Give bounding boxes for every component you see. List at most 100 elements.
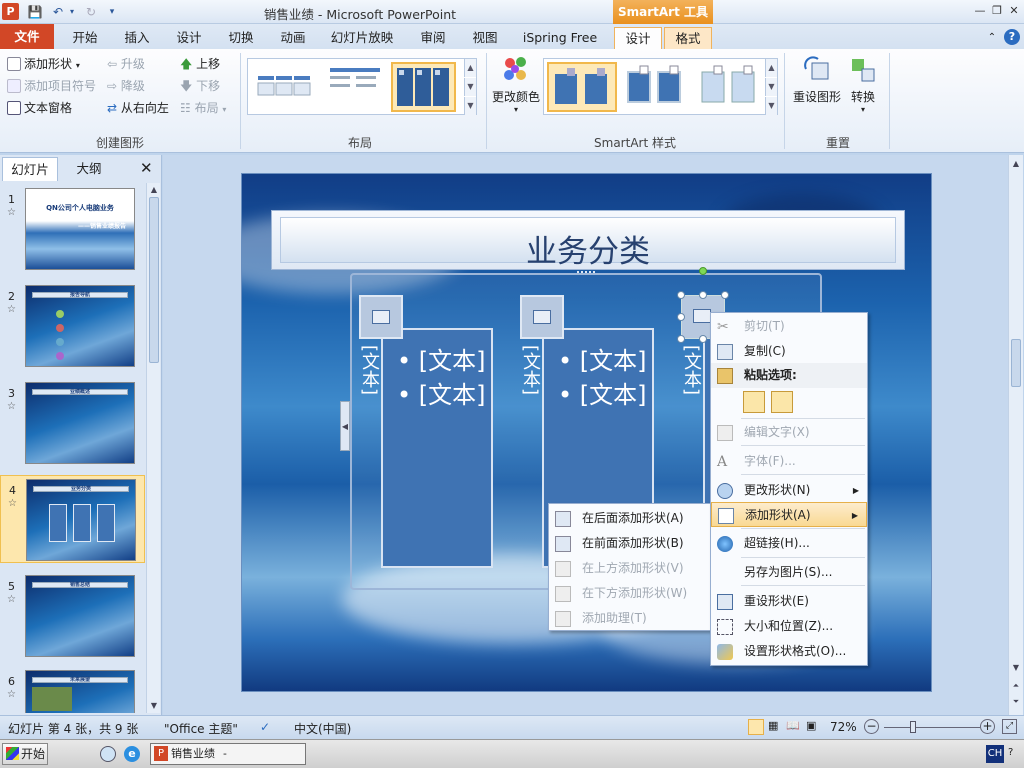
resize-handle[interactable] xyxy=(677,335,685,343)
move-up-button[interactable]: 🡅 上移 xyxy=(180,55,220,73)
layout-option-3-selected[interactable] xyxy=(391,62,456,112)
smartart-vertical-label-3[interactable]: [文本] xyxy=(681,345,704,395)
scroll-up-icon[interactable]: ▲ xyxy=(1009,157,1023,171)
slideshow-view-icon[interactable]: ▣ xyxy=(806,719,822,735)
add-bullet-button[interactable]: 添加项目符号 xyxy=(7,77,96,95)
scroll-down-icon[interactable]: ▼ xyxy=(1009,661,1023,675)
resize-handle[interactable] xyxy=(677,313,685,321)
tab-smartart-format[interactable]: 格式 xyxy=(664,27,712,49)
menu-cut[interactable]: ✂ 剪切(T) xyxy=(711,314,867,339)
layout-gallery[interactable]: ▲ ▼ ▼ xyxy=(247,58,477,115)
tab-ispring[interactable]: iSpring Free xyxy=(514,27,606,49)
resize-handle[interactable] xyxy=(699,291,707,299)
layout-button[interactable]: ☷ 布局 ▾ xyxy=(180,99,226,117)
slide-thumbnail-5[interactable]: 5 ☆ 销售总结 xyxy=(0,572,145,660)
slide-thumbnail-3[interactable]: 3 ☆ 业绩概述 xyxy=(0,379,145,467)
tray-help-icon[interactable]: ? xyxy=(1008,747,1013,758)
menu-change-shape[interactable]: 更改形状(N) ▶ xyxy=(711,478,867,503)
layout-option-1[interactable] xyxy=(252,62,317,112)
normal-view-icon[interactable] xyxy=(748,719,764,735)
menu-add-shape-below[interactable]: 在下方添加形状(W) xyxy=(549,581,710,606)
gallery-scroll-down-icon[interactable]: ▼ xyxy=(464,78,476,96)
language-indicator[interactable]: 中文(中国) xyxy=(294,720,351,737)
minimize-icon[interactable]: — xyxy=(972,3,988,19)
quicklaunch-desktop-icon[interactable] xyxy=(100,746,116,762)
menu-save-as-picture[interactable]: 另存为图片(S)... xyxy=(711,560,867,585)
tab-view[interactable]: 视图 xyxy=(462,27,508,49)
quicklaunch-ie-icon[interactable]: e xyxy=(124,746,140,762)
smartart-picture-placeholder-2[interactable] xyxy=(520,295,564,339)
slide-sorter-view-icon[interactable]: ▦ xyxy=(768,719,784,735)
menu-add-assistant[interactable]: 添加助理(T) xyxy=(549,606,710,631)
style-option-2[interactable] xyxy=(622,62,692,112)
menu-add-shape-before[interactable]: 在前面添加形状(B) xyxy=(549,531,710,556)
zoom-out-icon[interactable]: − xyxy=(864,719,879,734)
resize-handle[interactable] xyxy=(699,335,707,343)
menu-add-shape-above[interactable]: 在上方添加形状(V) xyxy=(549,556,710,581)
move-down-button[interactable]: 🡇 下移 xyxy=(180,77,220,95)
menu-add-shape-after[interactable]: 在后面添加形状(A) xyxy=(549,506,710,531)
smartart-vertical-label-2[interactable]: [文本] xyxy=(520,345,543,395)
tab-design[interactable]: 设计 xyxy=(166,27,212,49)
scroll-down-icon[interactable]: ▼ xyxy=(147,699,161,713)
change-colors-button[interactable]: 更改颜色 ▾ xyxy=(490,55,542,114)
tab-slides[interactable]: 幻灯片 xyxy=(2,157,58,181)
promote-button[interactable]: ⇦ 升级 xyxy=(107,55,145,73)
smartart-text-box-1[interactable]: • [文本] • [文本] xyxy=(381,328,493,568)
smartart-picture-placeholder-1[interactable] xyxy=(359,295,403,339)
next-slide-icon[interactable]: ⏷ xyxy=(1009,695,1023,709)
style-option-1-selected[interactable] xyxy=(547,62,617,112)
convert-button[interactable]: 转换 ▾ xyxy=(846,55,880,114)
gallery-scroll-down-icon[interactable]: ▼ xyxy=(765,78,777,96)
zoom-in-icon[interactable]: + xyxy=(980,719,995,734)
text-pane-button[interactable]: 文本窗格 xyxy=(7,99,72,117)
tab-slideshow[interactable]: 幻灯片放映 xyxy=(324,27,400,49)
resize-handle[interactable] xyxy=(721,291,729,299)
frame-resize-grip[interactable] xyxy=(577,271,595,277)
menu-font[interactable]: A 字体(F)... xyxy=(711,449,867,474)
previous-slide-icon[interactable]: ⏶ xyxy=(1009,679,1023,693)
demote-button[interactable]: ⇨ 降级 xyxy=(107,77,145,95)
slide-thumbnail-2[interactable]: 2 ☆ 报告导航 xyxy=(0,282,145,370)
minimize-ribbon-icon[interactable]: ⌃ xyxy=(984,27,1000,49)
style-option-3[interactable] xyxy=(696,62,766,112)
tab-review[interactable]: 审阅 xyxy=(410,27,456,49)
tab-smartart-design[interactable]: 设计 xyxy=(614,27,662,49)
tab-outline[interactable]: 大纲 xyxy=(60,157,118,181)
tab-animations[interactable]: 动画 xyxy=(270,27,316,49)
tab-file[interactable]: 文件 xyxy=(0,24,54,49)
gallery-more-icon[interactable]: ▼ xyxy=(464,97,476,115)
start-button[interactable]: 开始 xyxy=(2,743,48,765)
restore-icon[interactable]: ❐ xyxy=(989,3,1005,19)
slide-thumbnail-6[interactable]: 6 ☆ 未来展望 xyxy=(0,667,145,713)
slide-title-placeholder[interactable]: 业务分类 xyxy=(271,210,905,270)
menu-edit-text[interactable]: 编辑文字(X) xyxy=(711,420,867,445)
scrollbar-thumb[interactable] xyxy=(1011,339,1021,387)
menu-copy[interactable]: 复制(C) xyxy=(711,339,867,364)
layout-option-2[interactable] xyxy=(322,62,387,112)
smartart-style-gallery[interactable]: ▲ ▼ ▼ xyxy=(543,58,778,115)
scrollbar-thumb[interactable] xyxy=(149,197,159,363)
smartart-vertical-label-1[interactable]: [文本] xyxy=(359,345,382,395)
slide-scrollbar[interactable]: ▲ ▼ ⏶ ⏷ xyxy=(1008,155,1023,715)
menu-size-position[interactable]: 大小和位置(Z)... xyxy=(711,614,867,639)
close-pane-icon[interactable]: ✕ xyxy=(140,159,153,177)
ime-indicator[interactable]: CH xyxy=(986,745,1004,763)
rotation-handle[interactable] xyxy=(699,267,707,275)
paste-keep-formatting-icon[interactable] xyxy=(743,391,765,413)
right-to-left-button[interactable]: ⇄ 从右向左 xyxy=(107,99,169,117)
tab-insert[interactable]: 插入 xyxy=(114,27,160,49)
text-pane-toggle-icon[interactable]: ◀ xyxy=(340,401,350,451)
fit-to-window-icon[interactable]: ⤢ xyxy=(1002,719,1017,734)
menu-add-shape[interactable]: 添加形状(A) ▶ xyxy=(711,502,867,527)
paste-as-picture-icon[interactable] xyxy=(771,391,793,413)
spellcheck-icon[interactable]: ✓ xyxy=(260,720,270,734)
close-icon[interactable]: ✕ xyxy=(1006,3,1022,19)
reading-view-icon[interactable]: 📖 xyxy=(786,719,802,735)
slide-thumbnail-1[interactable]: 1 ☆ QN公司个人电脑业务 ——销售业绩报告 xyxy=(0,185,145,273)
help-icon[interactable]: ? xyxy=(1004,29,1020,45)
theme-name[interactable]: "Office 主题" xyxy=(164,720,238,737)
add-shape-button[interactable]: 添加形状 ▾ xyxy=(7,55,80,73)
gallery-more-icon[interactable]: ▼ xyxy=(765,97,777,115)
scroll-up-icon[interactable]: ▲ xyxy=(147,183,161,197)
